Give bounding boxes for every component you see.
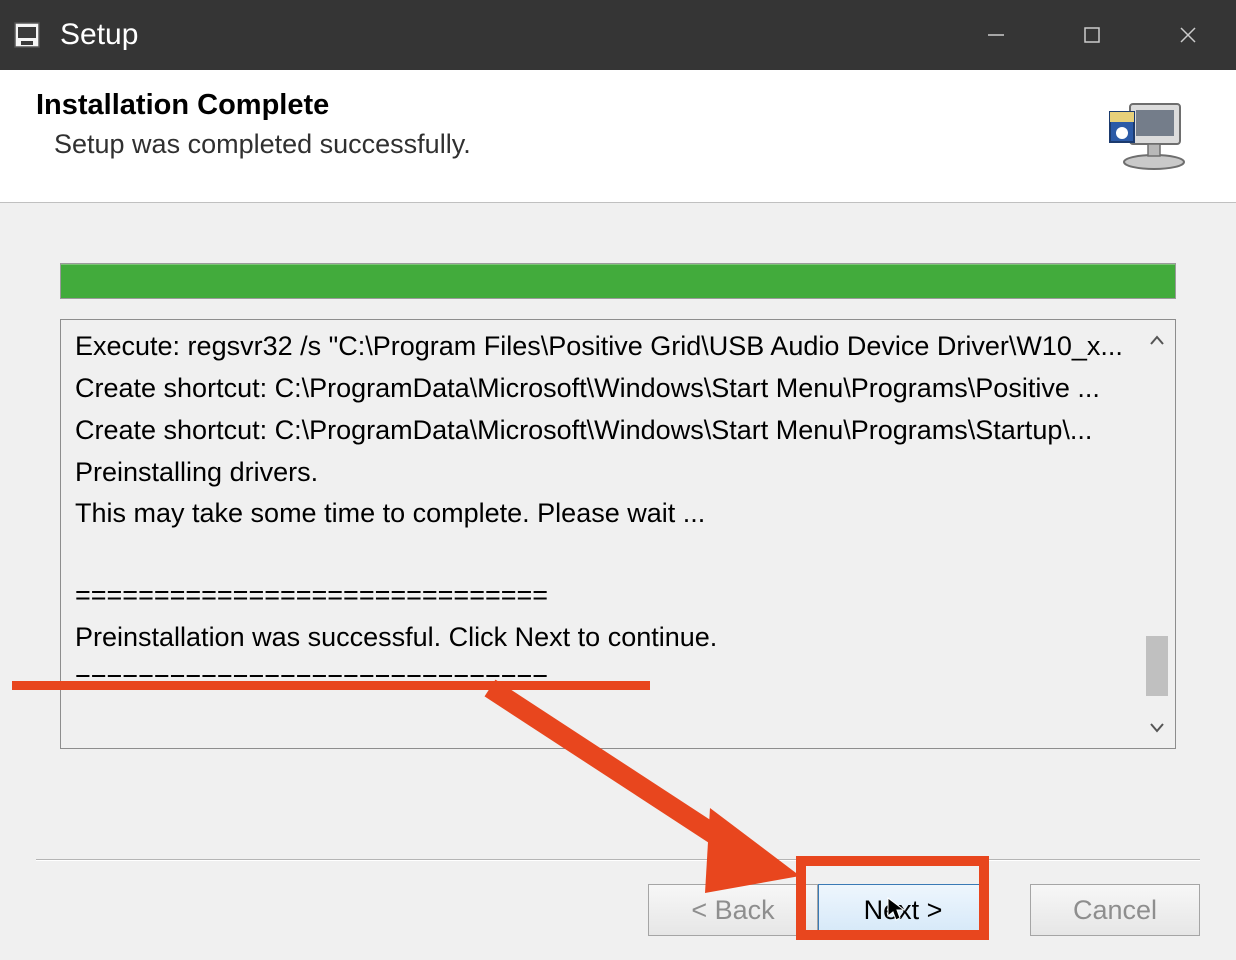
scroll-up-button[interactable] [1143,326,1171,354]
title-bar[interactable]: Setup [0,0,1236,70]
page-title: Installation Complete [36,88,1102,123]
minimize-button[interactable] [948,0,1044,70]
header-area: Installation Complete Setup was complete… [0,70,1236,203]
button-row: < Back Next > Cancel [0,860,1236,960]
progress-bar [60,263,1176,299]
log-line: This may take some time to complete. Ple… [75,493,1143,535]
cancel-button: Cancel [1030,884,1200,936]
content-area: Execute: regsvr32 /s "C:\Program Files\P… [0,203,1236,827]
log-content: Execute: regsvr32 /s "C:\Program Files\P… [75,326,1143,742]
next-button[interactable]: Next > [818,884,988,936]
scroll-thumb[interactable] [1146,636,1168,696]
window-controls [948,0,1236,70]
annotation-underline [12,681,650,690]
log-success-line: Preinstallation was successful. Click Ne… [75,617,1143,659]
installer-computer-icon [1102,88,1192,178]
back-button: < Back [648,884,818,936]
setup-window: Setup Installation Complete Setup was co… [0,0,1236,960]
window-title: Setup [60,18,138,52]
log-line: Create shortcut: C:\ProgramData\Microsof… [75,368,1143,410]
close-button[interactable] [1140,0,1236,70]
nav-button-group: < Back Next > [648,884,988,936]
page-subtitle: Setup was completed successfully. [36,129,1102,160]
scroll-down-button[interactable] [1143,714,1171,742]
log-divider: ============================== [75,659,1143,701]
log-line: Preinstalling drivers. [75,452,1143,494]
maximize-button[interactable] [1044,0,1140,70]
log-divider: ============================== [75,575,1143,617]
log-line: Execute: regsvr32 /s "C:\Program Files\P… [75,326,1143,368]
app-icon [12,20,42,50]
log-scrollbar[interactable] [1143,326,1171,742]
log-line: Create shortcut: C:\ProgramData\Microsof… [75,410,1143,452]
